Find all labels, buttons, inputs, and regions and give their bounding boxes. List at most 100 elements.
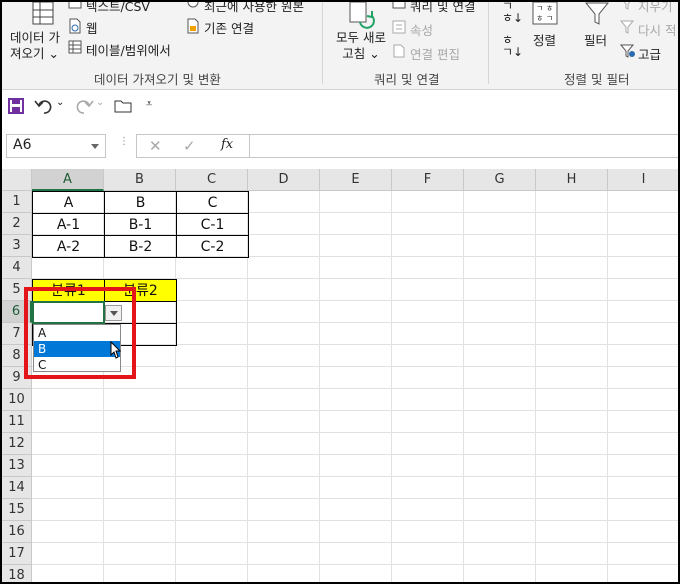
- row-header-16[interactable]: 16: [2, 521, 32, 543]
- refresh-all-button[interactable]: 모두 새로 고침 ⌄: [336, 30, 386, 62]
- name-box-dropdown-icon[interactable]: [91, 144, 99, 149]
- group-label-queries: 쿼리 및 연결: [374, 72, 440, 87]
- enter-icon[interactable]: ✓: [183, 137, 196, 155]
- gridline-horizontal: [32, 498, 678, 499]
- svg-text:ㄱ ㅎ: ㄱ ㅎ: [536, 4, 553, 13]
- formula-buttons: ✕ ✓ fx: [136, 134, 250, 158]
- table-range-icon: [68, 40, 82, 54]
- reapply-icon: [620, 20, 634, 34]
- excel-window: 데이터 가 져오기 ⌄ 텍스트/CSV 웹 테이블/범위에서 최근에 사용한 원…: [0, 0, 680, 584]
- ribbon-separator: [488, 2, 489, 84]
- cell-C2[interactable]: C-1: [176, 213, 249, 236]
- advanced-filter-icon: [620, 44, 635, 58]
- row-header-14[interactable]: 14: [2, 477, 32, 499]
- column-header-e[interactable]: E: [320, 169, 392, 191]
- advanced-button[interactable]: 고급: [638, 44, 661, 63]
- edit-links-button[interactable]: 연결 편집: [410, 44, 460, 63]
- sort-descending-button[interactable]: ㅎㄱ↓: [502, 34, 523, 58]
- redo-icon[interactable]: [74, 97, 94, 115]
- column-header-a[interactable]: A: [32, 169, 104, 191]
- cell-A3[interactable]: A-2: [32, 235, 105, 258]
- ribbon-data-tab: 데이터 가 져오기 ⌄ 텍스트/CSV 웹 테이블/범위에서 최근에 사용한 원…: [2, 2, 678, 90]
- row-header-3[interactable]: 3: [2, 235, 32, 257]
- save-icon[interactable]: [8, 98, 24, 114]
- cell-B3[interactable]: B-2: [104, 235, 177, 258]
- formula-bar: A6 ⋮ ✕ ✓ fx: [2, 126, 678, 166]
- ribbon-separator: [322, 2, 323, 84]
- column-header-b[interactable]: B: [104, 169, 176, 191]
- gridline-horizontal: [32, 564, 678, 565]
- refresh-all-label-1: 모두 새로: [336, 30, 386, 45]
- existing-connections-button[interactable]: 기존 연결: [204, 18, 254, 37]
- cell-B2[interactable]: B-1: [104, 213, 177, 236]
- worksheet-grid: ABCDEFGHI 1 2 3 4 5 6 7 8 9 10 11 12 13 14 15 16 17 18 A …: [2, 169, 678, 582]
- cell-A1[interactable]: A: [32, 191, 105, 214]
- properties-button[interactable]: 속성: [410, 20, 433, 39]
- column-header-f[interactable]: F: [392, 169, 464, 191]
- web-button[interactable]: 웹: [86, 18, 98, 37]
- edit-links-icon: [393, 44, 405, 58]
- gridline-horizontal: [32, 388, 678, 389]
- row-header-11[interactable]: 11: [2, 411, 32, 433]
- existing-connections-icon: [187, 18, 199, 34]
- name-box-value: A6: [13, 137, 32, 153]
- refresh-all-icon: [349, 2, 375, 29]
- formula-bar-grip[interactable]: ⋮: [119, 137, 129, 147]
- recent-sources-icon: [187, 2, 199, 8]
- select-all-corner[interactable]: [2, 169, 32, 191]
- row-header-13[interactable]: 13: [2, 455, 32, 477]
- filter-icon: [584, 2, 610, 25]
- redo-dropdown-icon[interactable]: ⌄: [96, 97, 104, 108]
- clear-button[interactable]: 지우기: [638, 2, 673, 15]
- name-box[interactable]: A6: [6, 134, 106, 158]
- column-header-h[interactable]: H: [536, 169, 608, 191]
- from-table-button[interactable]: 테이블/범위에서: [86, 40, 171, 59]
- column-header-d[interactable]: D: [248, 169, 320, 191]
- group-label-get-transform: 데이터 가져오기 및 변환: [94, 72, 221, 87]
- row-header-18[interactable]: 18: [2, 565, 32, 582]
- row-header-2[interactable]: 2: [2, 213, 32, 235]
- formula-input[interactable]: [250, 134, 678, 158]
- cell-C3[interactable]: C-2: [176, 235, 249, 258]
- gridline-horizontal: [32, 432, 678, 433]
- reapply-button[interactable]: 다시 적: [638, 20, 676, 39]
- filter-button[interactable]: 필터: [584, 30, 607, 49]
- cell-B1[interactable]: B: [104, 191, 177, 214]
- insert-function-icon[interactable]: fx: [221, 137, 233, 152]
- row-header-12[interactable]: 12: [2, 433, 32, 455]
- row-header-17[interactable]: 17: [2, 543, 32, 565]
- customize-qat-icon[interactable]: ⩡: [146, 97, 152, 111]
- gridline-horizontal: [32, 454, 678, 455]
- column-header-i[interactable]: I: [608, 169, 678, 191]
- undo-dropdown-icon[interactable]: ⌄: [56, 97, 64, 108]
- queries-connections-icon: [392, 2, 406, 9]
- sort-ascending-button[interactable]: ㄱㅎ↓: [502, 2, 523, 24]
- text-csv-button[interactable]: 텍스트/CSV: [86, 2, 150, 15]
- row-header-15[interactable]: 15: [2, 499, 32, 521]
- cell-A2[interactable]: A-1: [32, 213, 105, 236]
- queries-connections-button[interactable]: 쿼리 및 연결: [410, 2, 475, 15]
- undo-icon[interactable]: [34, 97, 54, 115]
- highlight-annotation-box: [24, 287, 136, 379]
- row-header-4[interactable]: 4: [2, 257, 32, 279]
- open-folder-icon[interactable]: [114, 99, 132, 113]
- web-icon: [69, 18, 81, 34]
- get-data-button[interactable]: 데이터 가 져오기 ⌄: [10, 30, 60, 62]
- get-data-label-1: 데이터 가: [10, 30, 60, 45]
- column-header-c[interactable]: C: [176, 169, 248, 191]
- column-header-g[interactable]: G: [464, 169, 536, 191]
- gridline-horizontal: [32, 410, 678, 411]
- recent-sources-button[interactable]: 최근에 사용한 원본: [204, 2, 304, 15]
- row-header-1[interactable]: 1: [2, 191, 32, 213]
- text-csv-icon: [68, 2, 82, 9]
- get-data-icon: [32, 2, 54, 25]
- cancel-icon[interactable]: ✕: [149, 137, 162, 155]
- row-header-10[interactable]: 10: [2, 389, 32, 411]
- svg-text:ㅎ ㄱ: ㅎ ㄱ: [536, 14, 553, 23]
- cell-C1[interactable]: C: [176, 191, 249, 214]
- gridline-horizontal: [32, 520, 678, 521]
- properties-icon: [392, 20, 406, 34]
- group-label-sort-filter: 정렬 및 필터: [564, 72, 630, 87]
- clear-filter-icon: [623, 2, 631, 10]
- sort-button[interactable]: 정렬: [533, 30, 556, 49]
